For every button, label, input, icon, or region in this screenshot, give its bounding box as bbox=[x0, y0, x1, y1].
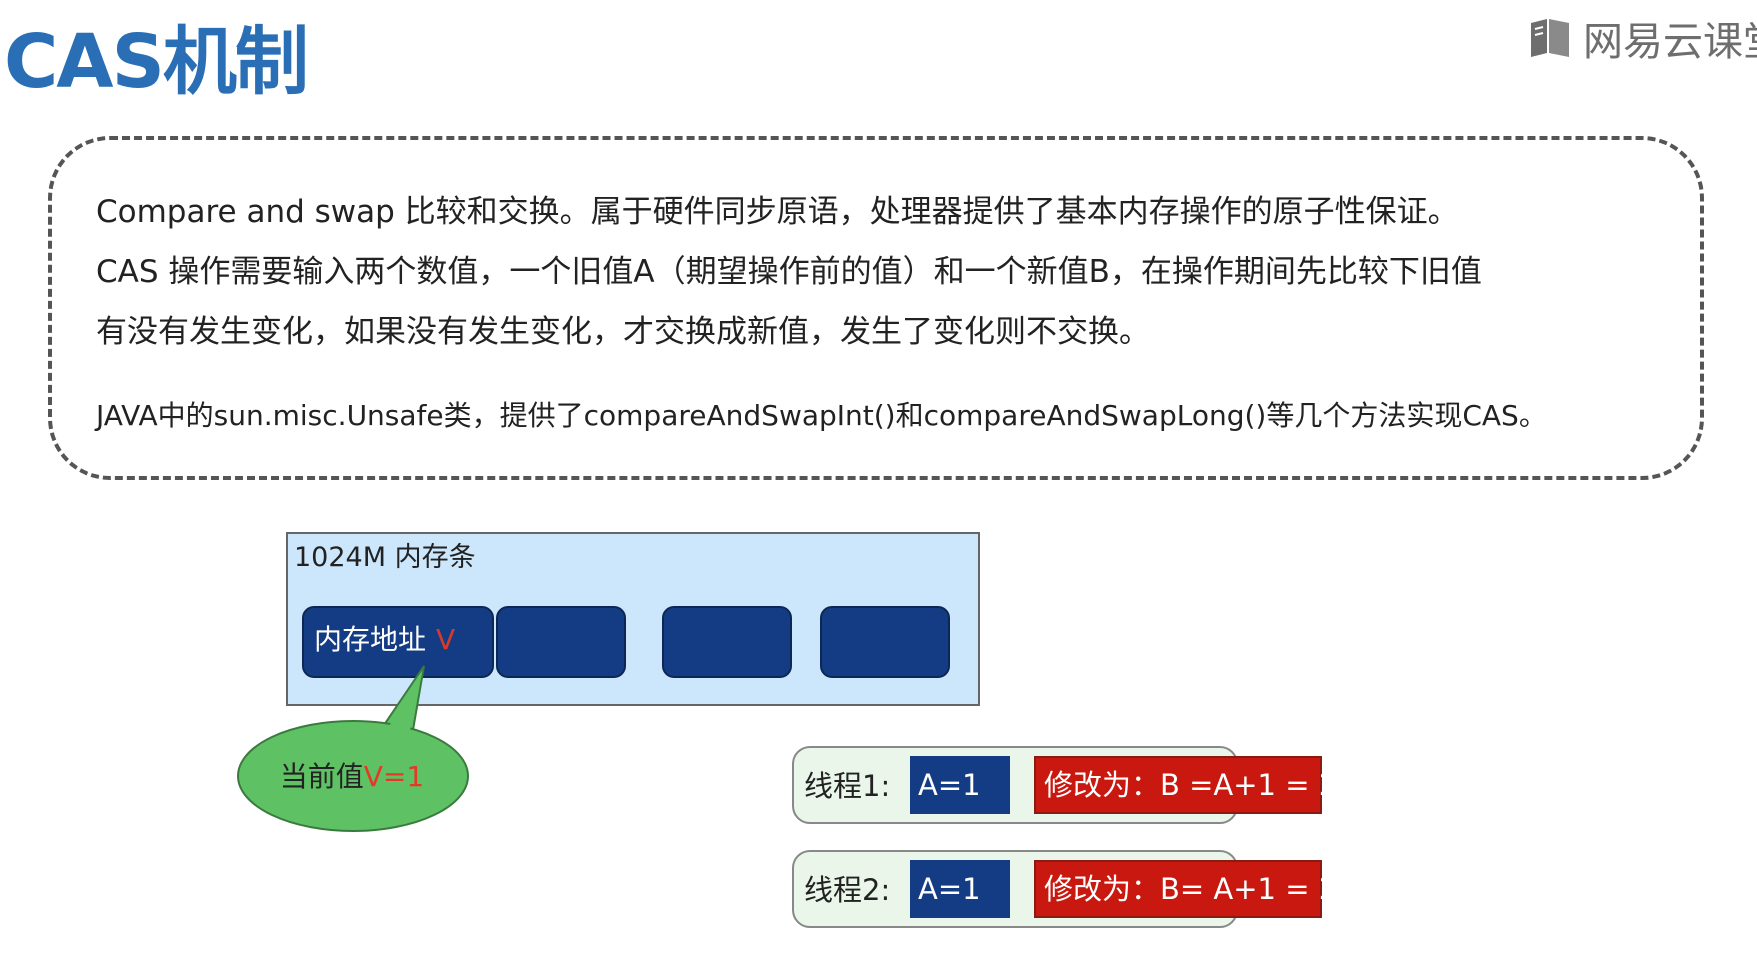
description-line-3: 有没有发生变化，如果没有发生变化，才交换成新值，发生了变化则不交换。 bbox=[96, 314, 1150, 350]
description-line-2: CAS 操作需要输入两个数值，一个旧值A（期望操作前的值）和一个新值B，在操作期… bbox=[96, 254, 1482, 290]
bubble-prefix: 当前值 bbox=[279, 760, 364, 793]
thread-modify-box: 修改为：B =A+1 = 2 bbox=[1034, 756, 1337, 814]
speech-bubble bbox=[237, 665, 469, 832]
memory-cell bbox=[662, 606, 792, 678]
thread-modify-box: 修改为：B= A+1 = 2 bbox=[1034, 860, 1337, 918]
memory-cell bbox=[496, 606, 626, 678]
memory-cell bbox=[820, 606, 950, 678]
bubble-value: V=1 bbox=[363, 760, 425, 793]
address-label: 内存地址 bbox=[314, 623, 427, 656]
bubble-text: 当前值V=1 bbox=[232, 752, 472, 802]
address-var: V bbox=[436, 623, 456, 656]
description-line-1: Compare and swap 比较和交换。属于硬件同步原语，处理器提供了基本… bbox=[96, 194, 1459, 230]
page-title: CAS机制 bbox=[4, 19, 309, 105]
thread-expected-value: A=1 bbox=[910, 860, 1010, 918]
description-note: JAVA中的sun.misc.Unsafe类，提供了compareAndSwap… bbox=[96, 399, 1547, 432]
book-icon bbox=[1531, 19, 1569, 57]
description-text: Compare and swap 比较和交换。属于硬件同步原语，处理器提供了基本… bbox=[96, 182, 1706, 362]
thread-label: 线程1: bbox=[804, 769, 891, 803]
thread-row-2: 线程2: A=1 修改为：B= A+1 = 2 bbox=[792, 850, 1337, 928]
thread-label: 线程2: bbox=[804, 873, 891, 907]
memory-cell-text: 内存地址 V bbox=[314, 620, 455, 660]
memory-label: 1024M 内存条 bbox=[294, 542, 476, 573]
thread-expected-value: A=1 bbox=[910, 756, 1010, 814]
brand-text: 网易云课堂 bbox=[1583, 19, 1757, 65]
thread-row-1: 线程1: A=1 修改为：B =A+1 = 2 bbox=[792, 746, 1337, 824]
brand-logo: 网易云课堂 bbox=[1527, 8, 1757, 68]
